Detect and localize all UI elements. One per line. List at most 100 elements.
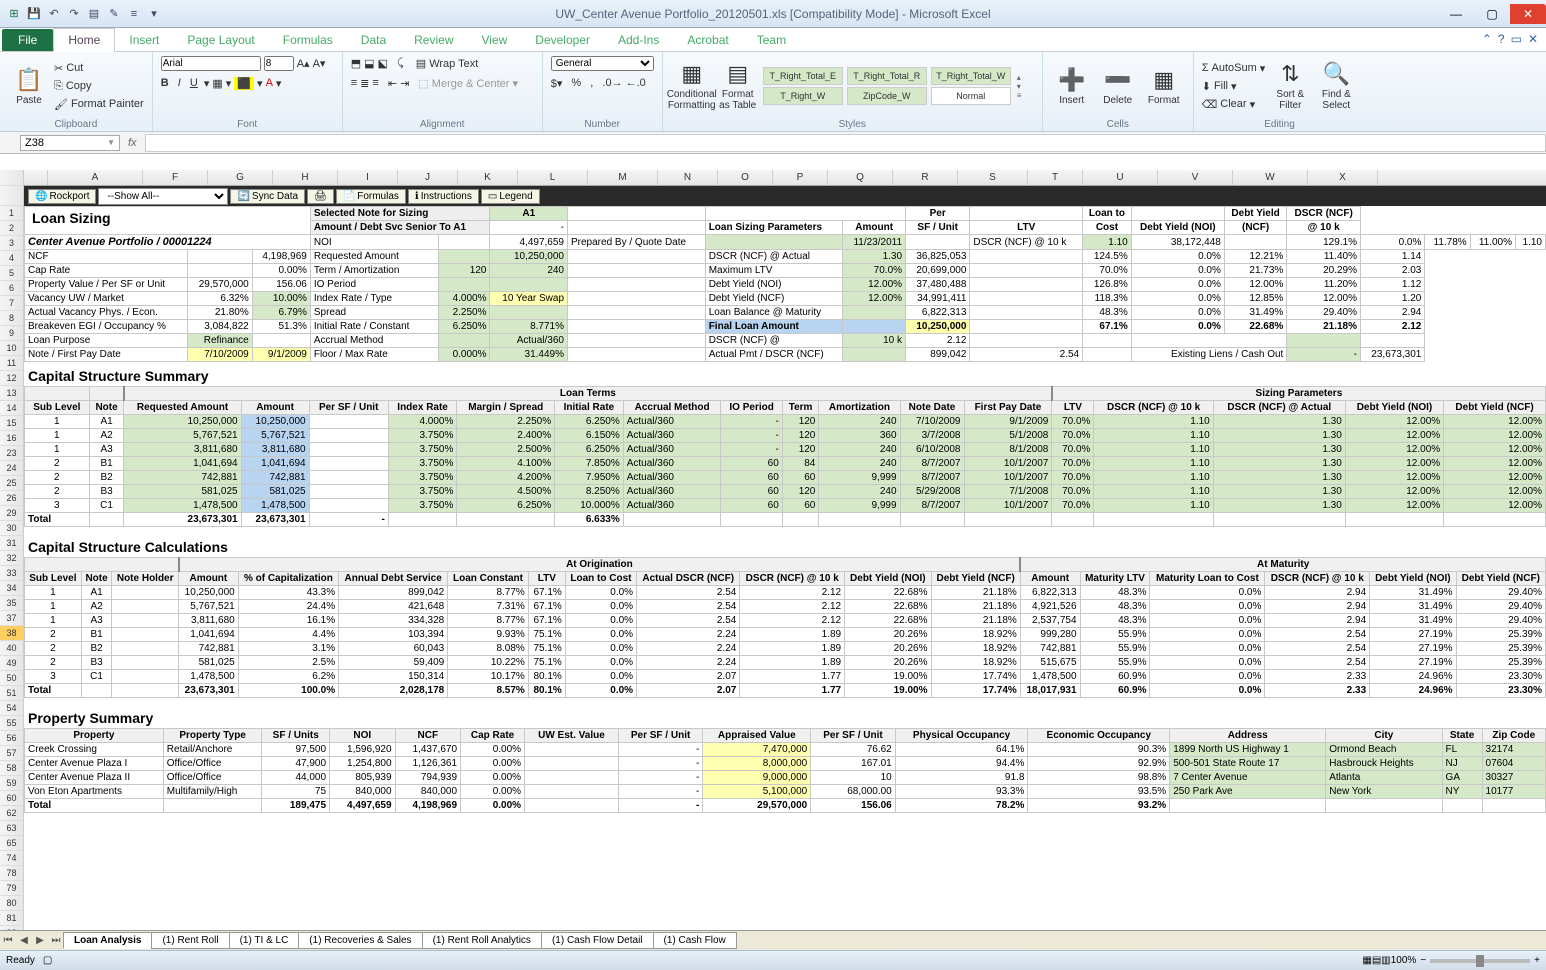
- comma-icon[interactable]: ,: [590, 77, 593, 89]
- window-options-icon[interactable]: ▭: [1511, 32, 1522, 46]
- sheet-tab[interactable]: (1) Cash Flow: [653, 932, 737, 949]
- copy-button[interactable]: ⎘Copy: [54, 77, 144, 95]
- tab-formulas[interactable]: Formulas: [269, 29, 347, 51]
- save-icon[interactable]: 💾: [26, 6, 42, 22]
- cell-style[interactable]: T_Right_Total_R: [847, 67, 927, 85]
- qat-icon[interactable]: ✎: [106, 6, 122, 22]
- sheet-tab[interactable]: (1) Cash Flow Detail: [541, 932, 654, 949]
- view-normal-icon[interactable]: ▦: [1362, 955, 1371, 966]
- minimize-ribbon-icon[interactable]: ⌃: [1482, 32, 1492, 46]
- rockport-button[interactable]: 🌐Rockport: [28, 189, 96, 204]
- sort-filter-button[interactable]: ⇅Sort & Filter: [1269, 57, 1311, 115]
- align-top-icon[interactable]: ⬒: [351, 57, 361, 70]
- view-layout-icon[interactable]: ▤: [1372, 955, 1381, 966]
- close-button[interactable]: ✕: [1510, 4, 1546, 24]
- view-pagebreak-icon[interactable]: ▥: [1381, 955, 1390, 966]
- cell-style[interactable]: Normal: [931, 87, 1011, 105]
- align-center-icon[interactable]: ≣: [360, 77, 369, 90]
- style-scroll-up[interactable]: ▴: [1017, 73, 1022, 82]
- underline-button[interactable]: U: [190, 77, 198, 89]
- tab-review[interactable]: Review: [400, 29, 467, 51]
- fill-button[interactable]: ⬇Fill ▾: [1202, 77, 1266, 95]
- decrease-font-icon[interactable]: A▾: [313, 57, 326, 70]
- tab-home[interactable]: Home: [53, 28, 115, 52]
- currency-icon[interactable]: $▾: [551, 77, 563, 90]
- wrap-text-button[interactable]: ▤ Wrap Text: [416, 57, 479, 70]
- macro-record-icon[interactable]: ▢: [43, 955, 52, 966]
- row-headers[interactable]: 1234567891011121314151623242526293031323…: [0, 170, 24, 930]
- help-icon[interactable]: ?: [1498, 32, 1505, 46]
- tab-team[interactable]: Team: [743, 29, 800, 51]
- font-size-input[interactable]: [264, 56, 294, 71]
- orientation-icon[interactable]: ⤹: [397, 57, 404, 70]
- font-name-input[interactable]: [161, 56, 261, 71]
- conditional-formatting-button[interactable]: ▦Conditional Formatting: [671, 57, 713, 115]
- increase-decimal-icon[interactable]: .0→: [602, 77, 622, 89]
- delete-cells-button[interactable]: ➖Delete: [1097, 57, 1139, 115]
- indent-decrease-icon[interactable]: ⇤: [388, 77, 397, 90]
- align-right-icon[interactable]: ≡: [372, 77, 378, 89]
- find-select-button[interactable]: 🔍Find & Select: [1315, 57, 1357, 115]
- qat-icon[interactable]: ≡: [126, 6, 142, 22]
- close-workbook-icon[interactable]: ✕: [1528, 32, 1538, 46]
- format-as-table-button[interactable]: ▤Format as Table: [717, 57, 759, 115]
- formula-input[interactable]: [145, 134, 1546, 152]
- sheet-tab[interactable]: (1) Rent Roll: [151, 932, 229, 949]
- sync-data-button[interactable]: 🔄Sync Data: [230, 189, 305, 204]
- maximize-button[interactable]: ▢: [1474, 4, 1510, 24]
- sheet-tab[interactable]: Loan Analysis: [63, 932, 152, 949]
- tab-page-layout[interactable]: Page Layout: [173, 29, 268, 51]
- align-left-icon[interactable]: ≡: [351, 77, 357, 89]
- clear-button[interactable]: ⌫Clear ▾: [1202, 95, 1266, 113]
- cell-style[interactable]: T_Right_W: [763, 87, 843, 105]
- zoom-control[interactable]: 100% − +: [1391, 955, 1540, 966]
- tab-nav-first[interactable]: ⏮: [0, 935, 16, 946]
- indent-increase-icon[interactable]: ⇥: [400, 77, 409, 90]
- fx-icon[interactable]: fx: [120, 137, 145, 149]
- format-painter-button[interactable]: 🖌Format Painter: [54, 95, 144, 113]
- fill-color-icon[interactable]: ⬛: [234, 77, 254, 90]
- tab-nav-next[interactable]: ▶: [32, 935, 48, 946]
- tab-developer[interactable]: Developer: [521, 29, 604, 51]
- autosum-button[interactable]: ΣAutoSum ▾: [1202, 59, 1266, 77]
- align-middle-icon[interactable]: ⬓: [364, 57, 374, 70]
- undo-icon[interactable]: ↶: [46, 6, 62, 22]
- tab-addins[interactable]: Add-Ins: [604, 29, 673, 51]
- name-box[interactable]: Z38▼: [20, 135, 120, 151]
- cell-style[interactable]: T_Right_Total_W: [931, 67, 1011, 85]
- style-more[interactable]: ≡: [1017, 91, 1022, 100]
- border-icon[interactable]: ▦: [212, 77, 222, 90]
- show-all-select[interactable]: --Show All--: [98, 188, 228, 205]
- cell-style[interactable]: ZipCode_W: [847, 87, 927, 105]
- column-headers[interactable]: AFGHIJKLMNOPQRSTUVWX: [24, 170, 1546, 186]
- qat-dropdown-icon[interactable]: ▾: [146, 6, 162, 22]
- zoom-slider[interactable]: [1430, 959, 1530, 963]
- instructions-button[interactable]: ℹInstructions: [408, 189, 479, 204]
- sheet-tab[interactable]: (1) Recoveries & Sales: [298, 932, 422, 949]
- cell-style[interactable]: T_Right_Total_E: [763, 67, 843, 85]
- sheet-tab[interactable]: (1) TI & LC: [229, 932, 300, 949]
- sheet-tab[interactable]: (1) Rent Roll Analytics: [422, 932, 542, 949]
- merge-button[interactable]: ⬚ Merge & Center ▾: [418, 77, 518, 90]
- tab-acrobat[interactable]: Acrobat: [673, 29, 742, 51]
- tab-file[interactable]: File: [2, 29, 53, 51]
- zoom-in-icon[interactable]: +: [1534, 955, 1540, 966]
- print-button[interactable]: 🖨: [307, 189, 334, 204]
- bold-button[interactable]: B: [161, 77, 169, 89]
- format-cells-button[interactable]: ▦Format: [1143, 57, 1185, 115]
- paste-button[interactable]: 📋Paste: [8, 57, 50, 115]
- tab-insert[interactable]: Insert: [115, 29, 173, 51]
- cut-button[interactable]: ✂Cut: [54, 59, 144, 77]
- percent-icon[interactable]: %: [571, 77, 581, 89]
- qat-icon[interactable]: ▤: [86, 6, 102, 22]
- decrease-decimal-icon[interactable]: ←.0: [626, 77, 646, 89]
- insert-cells-button[interactable]: ➕Insert: [1051, 57, 1093, 115]
- tab-nav-prev[interactable]: ◀: [16, 935, 32, 946]
- tab-nav-last[interactable]: ⏭: [48, 935, 64, 946]
- style-scroll-down[interactable]: ▾: [1017, 82, 1022, 91]
- tab-view[interactable]: View: [468, 29, 522, 51]
- font-color-icon[interactable]: A: [266, 77, 273, 89]
- increase-font-icon[interactable]: A▴: [297, 57, 310, 70]
- zoom-out-icon[interactable]: −: [1420, 955, 1426, 966]
- redo-icon[interactable]: ↷: [66, 6, 82, 22]
